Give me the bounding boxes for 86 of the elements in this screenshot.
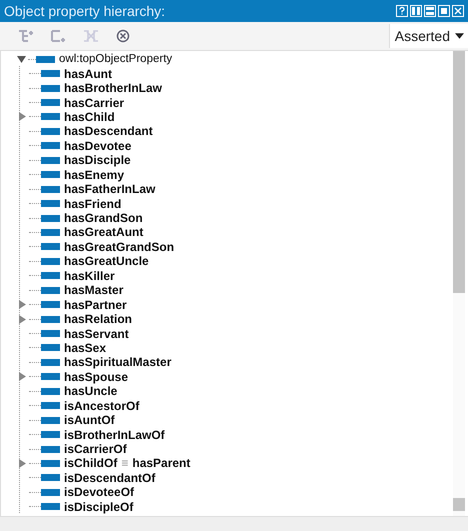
tree-item[interactable]: isChildOf <box>64 456 118 470</box>
tree-item[interactable]: hasSex <box>64 340 106 355</box>
property-icon <box>41 316 60 323</box>
collapse-icon[interactable] <box>17 54 26 64</box>
property-icon <box>41 228 60 236</box>
tree-item[interactable]: hasCarrier <box>64 96 124 110</box>
add-subproperty-icon[interactable] <box>18 29 36 43</box>
expand-icon[interactable] <box>18 458 27 468</box>
tree-item[interactable]: hasFatherInLaw <box>64 182 156 196</box>
split-vertical-icon[interactable] <box>410 5 422 17</box>
window-title: Object property hierarchy: <box>4 3 166 19</box>
tree-item[interactable]: isCarrierOf <box>64 442 127 456</box>
tree-item[interactable]: hasFriend <box>64 196 122 211</box>
tree-item[interactable]: isAncestorOf <box>64 398 140 413</box>
expand-icon[interactable] <box>18 300 27 310</box>
tree-item[interactable]: hasGreatGrandSon <box>64 240 174 254</box>
tree-item[interactable]: hasGreatUncle <box>64 254 149 268</box>
property-icon <box>41 431 60 438</box>
property-icon <box>41 156 60 164</box>
property-icon <box>41 474 60 482</box>
expand-icon[interactable] <box>18 314 27 324</box>
tree-item[interactable]: hasEnemy <box>64 168 124 182</box>
property-icon <box>41 416 60 424</box>
tree-item[interactable]: hasBrotherInLaw <box>64 81 162 96</box>
property-icon <box>41 171 60 178</box>
split-horizontal-icon[interactable] <box>424 5 436 17</box>
property-icon <box>41 488 60 496</box>
expand-icon[interactable] <box>18 372 27 382</box>
property-icon <box>41 358 60 366</box>
close-icon[interactable] <box>452 5 464 17</box>
property-icon <box>41 286 60 294</box>
tree-item[interactable]: hasMaster <box>64 283 124 298</box>
property-icon <box>41 373 60 380</box>
property-icon <box>41 460 60 467</box>
property-icon <box>41 128 60 135</box>
tree-item[interactable]: hasRelation <box>64 312 132 326</box>
property-icon <box>41 113 60 120</box>
scrollbar-button[interactable] <box>453 498 465 511</box>
equivalent-icon: ≡ <box>121 456 128 470</box>
property-icon <box>41 70 60 78</box>
tree-item[interactable]: isDiscipleOf <box>64 500 134 514</box>
caret-icon <box>455 33 464 39</box>
property-icon <box>41 344 60 352</box>
tree-item[interactable]: isBrotherInLawOf <box>64 428 165 442</box>
tree-item[interactable]: hasDisciple <box>64 153 131 168</box>
tree-item[interactable]: hasDescendant <box>64 124 153 138</box>
property-icon <box>41 258 60 265</box>
property-icon <box>41 330 60 338</box>
property-icon <box>41 388 60 395</box>
add-sibling-property-icon[interactable] <box>50 29 68 43</box>
tree-item[interactable]: isDevoteeOf <box>64 485 134 500</box>
property-icon <box>41 99 60 106</box>
property-icon <box>41 84 60 92</box>
property-icon <box>41 503 60 510</box>
property-icon <box>41 186 60 193</box>
circle-icon[interactable] <box>114 29 132 43</box>
property-icon <box>41 142 60 150</box>
tree-item[interactable]: owl:topObjectProperty <box>59 53 172 66</box>
property-icon <box>36 56 55 63</box>
tree-item[interactable]: hasGrandSon <box>64 211 143 226</box>
help-icon[interactable] <box>396 5 408 17</box>
tree-item[interactable]: hasParent <box>132 456 190 470</box>
tree-item[interactable]: hasSpiritualMaster <box>64 355 172 370</box>
view-mode-dropdown[interactable]: Asserted <box>388 24 468 48</box>
tree-item[interactable]: hasKiller <box>64 268 115 283</box>
scrollbar[interactable] <box>453 51 465 516</box>
expand-icon[interactable] <box>18 112 27 122</box>
tree-item[interactable]: hasAunt <box>64 66 112 81</box>
tree-item[interactable]: hasGreatAunt <box>64 225 144 240</box>
tree-item[interactable]: hasChild <box>64 110 115 124</box>
tree-item[interactable]: hasServant <box>64 326 129 341</box>
property-icon <box>41 301 60 308</box>
property-icon <box>41 272 60 280</box>
maximize-icon[interactable] <box>438 5 450 17</box>
tree-item[interactable]: hasUncle <box>64 384 118 398</box>
property-icon <box>41 446 60 453</box>
tree-item[interactable]: hasPartner <box>64 298 127 312</box>
tree-item[interactable]: isAuntOf <box>64 413 115 428</box>
tree-item[interactable]: hasSpouse <box>64 370 128 384</box>
property-icon <box>41 200 60 208</box>
tree-item[interactable]: isDescendantOf <box>64 470 156 485</box>
property-icon <box>41 214 60 222</box>
property-icon <box>41 243 60 250</box>
scrollbar-thumb[interactable] <box>453 51 465 293</box>
property-icon <box>41 402 60 410</box>
tree-item[interactable]: hasDevotee <box>64 138 132 153</box>
